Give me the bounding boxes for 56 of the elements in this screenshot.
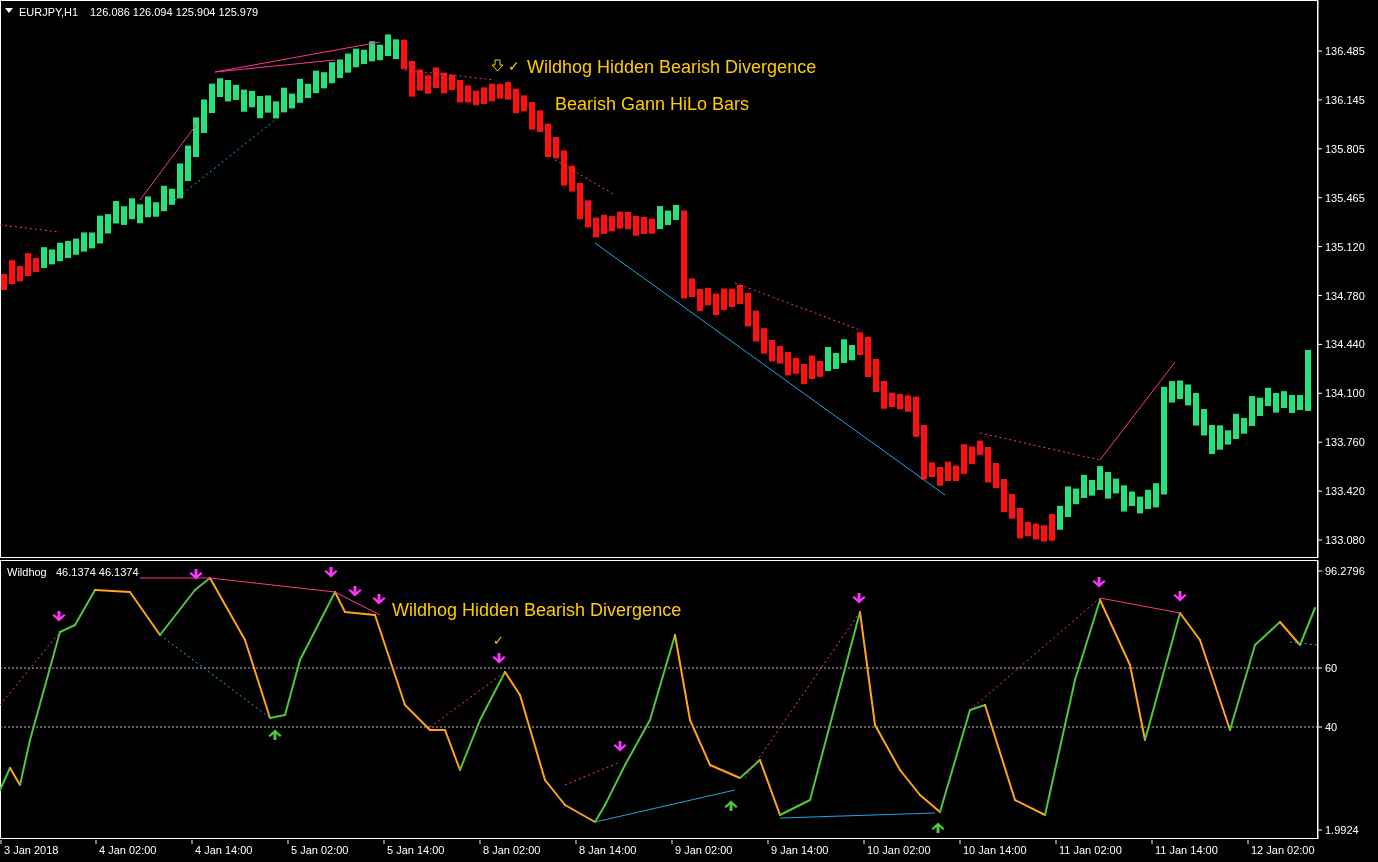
time-label: 5 Jan 14:00 (387, 844, 445, 856)
price-label: 136.485 (1325, 45, 1365, 57)
scale-label: 60 (1325, 662, 1338, 674)
price-label: 133.760 (1325, 436, 1365, 449)
time-label: 8 Jan 02:00 (483, 844, 541, 856)
up-arrow-icon (724, 800, 738, 811)
price-label: 134.440 (1325, 338, 1365, 351)
time-label: 8 Jan 14:00 (579, 844, 637, 856)
time-label: 3 Jan 2018 (4, 844, 59, 856)
down-arrow-icon (324, 567, 338, 578)
time-label: 4 Jan 02:00 (99, 844, 157, 856)
down-arrow-icon (852, 593, 866, 604)
price-label: 135.120 (1325, 240, 1365, 253)
dropdown-caret-icon[interactable] (5, 8, 13, 13)
chart-annotation: Wildhog Hidden Bearish Divergence (527, 57, 817, 77)
down-arrow-icon (1092, 577, 1106, 588)
chart-annotation: Wildhog Hidden Bearish Divergence (392, 600, 682, 620)
price-label: 135.465 (1325, 191, 1365, 204)
down-arrow-icon (491, 59, 504, 72)
time-label: 11 Jan 14:00 (1155, 844, 1218, 856)
trend-line (564, 761, 621, 786)
price-label: 136.145 (1325, 93, 1365, 106)
down-arrow-icon (1173, 591, 1187, 602)
trend-line (554, 159, 616, 196)
check-mark: ✓ (508, 58, 520, 74)
down-arrow-icon (372, 594, 386, 605)
time-label: 11 Jan 02:00 (1059, 844, 1122, 856)
indicator-values: 46.1374 46.1374 (56, 566, 139, 578)
time-label: 9 Jan 14:00 (771, 844, 829, 856)
time-label: 10 Jan 02:00 (867, 844, 931, 856)
trend-line (1289, 641, 1319, 646)
check-mark: ✓ (493, 633, 504, 648)
down-arrow-icon (492, 653, 506, 664)
up-arrow-icon (931, 822, 945, 833)
price-label: 134.780 (1325, 289, 1365, 302)
time-label: 4 Jan 14:00 (195, 844, 253, 856)
scale-label: 40 (1325, 721, 1338, 733)
down-arrow-icon (189, 569, 203, 580)
down-arrow-icon (52, 611, 66, 622)
price-label: 135.805 (1325, 142, 1365, 155)
price-label: 133.080 (1325, 534, 1365, 546)
time-label: 5 Jan 02:00 (291, 844, 349, 856)
time-label: 9 Jan 02:00 (675, 844, 733, 856)
scale-label: 1.9924 (1325, 824, 1359, 836)
up-arrow-icon (268, 729, 282, 740)
price-label: 134.100 (1325, 387, 1365, 400)
price-label: 133.420 (1325, 485, 1365, 498)
down-arrow-icon (613, 741, 627, 752)
chart-symbol: EURJPY,H1 (19, 6, 79, 18)
scale-label: 96.2796 (1325, 565, 1365, 577)
chart-annotation: Bearish Gann HiLo Bars (555, 94, 750, 114)
indicator-name: Wildhog (7, 566, 47, 578)
ohlc-values: 126.086 126.094 125.904 125.979 (90, 6, 259, 18)
down-arrow-icon (348, 586, 362, 597)
time-label: 10 Jan 14:00 (963, 844, 1027, 856)
time-label: 12 Jan 02:00 (1251, 844, 1315, 856)
